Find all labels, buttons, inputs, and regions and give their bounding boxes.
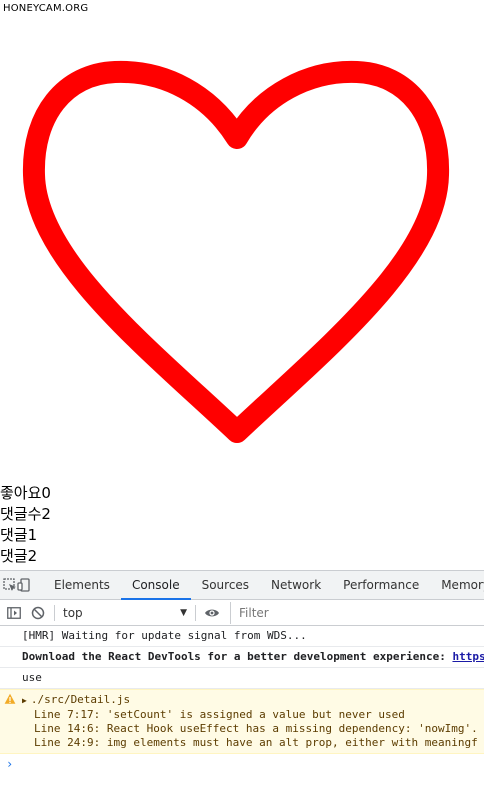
dropdown-arrow-icon: ▼ [180,607,187,618]
heart-container [0,0,484,480]
post-info: 좋아요0 댓글수2 댓글1 댓글2 [0,483,51,567]
console-message: Download the React DevTools for a better… [0,647,484,668]
console-sidebar-icon[interactable] [2,600,26,625]
toolbar-separator [54,604,55,621]
comment-count: 댓글수2 [0,505,51,523]
clear-console-icon[interactable] [26,600,50,625]
devtools-panel: Elements Console Sources Network Performance… [0,570,484,801]
warning-file[interactable]: ./src/Detail.js [31,693,130,706]
console-toolbar: top ▼ [0,600,484,626]
device-toolbar-icon[interactable] [17,571,31,599]
context-selector[interactable]: top ▼ [59,603,191,623]
warning-line: Line 24:9: img elements must have an alt… [34,736,478,749]
comment-item-1: 댓글1 [0,526,38,544]
tab-performance[interactable]: Performance [332,571,430,599]
tab-console[interactable]: Console [120,571,191,600]
warning-line: Line 7:17: 'setCount' is assigned a valu… [34,708,405,721]
console-output: [HMR] Waiting for update signal from WDS… [0,626,484,801]
inspect-element-icon[interactable] [3,571,17,599]
warning-header: ▶ ./src/Detail.js [22,693,484,708]
warning-line: Line 14:6: React Hook useEffect has a mi… [34,722,478,735]
console-message-text: Download the React DevTools for a better… [22,650,453,663]
heart-outline-icon[interactable] [0,0,484,480]
context-value: top [63,605,83,620]
console-message: [HMR] Waiting for update signal from WDS… [0,626,484,647]
toolbar-separator [195,604,196,621]
tab-memory[interactable]: Memory [430,571,484,599]
tab-elements[interactable]: Elements [43,571,121,599]
console-prompt[interactable]: › [0,754,484,774]
comment-item-2: 댓글2 [0,547,38,565]
likes-count: 좋아요0 [0,484,51,502]
live-expression-icon[interactable] [200,600,224,625]
warning-icon [4,693,16,704]
devtools-link[interactable]: https [452,650,484,663]
console-message: use [0,668,484,689]
tab-list: Elements Console Sources Network Performance… [43,571,484,600]
tab-sources[interactable]: Sources [191,571,260,599]
devtools-tabbar: Elements Console Sources Network Performance… [0,571,484,600]
expand-triangle-icon[interactable]: ▶ [22,696,27,705]
tab-network[interactable]: Network [260,571,332,599]
console-warning[interactable]: ▶ ./src/Detail.js Line 7:17: 'setCount' i… [0,689,484,754]
filter-input[interactable] [230,601,484,624]
